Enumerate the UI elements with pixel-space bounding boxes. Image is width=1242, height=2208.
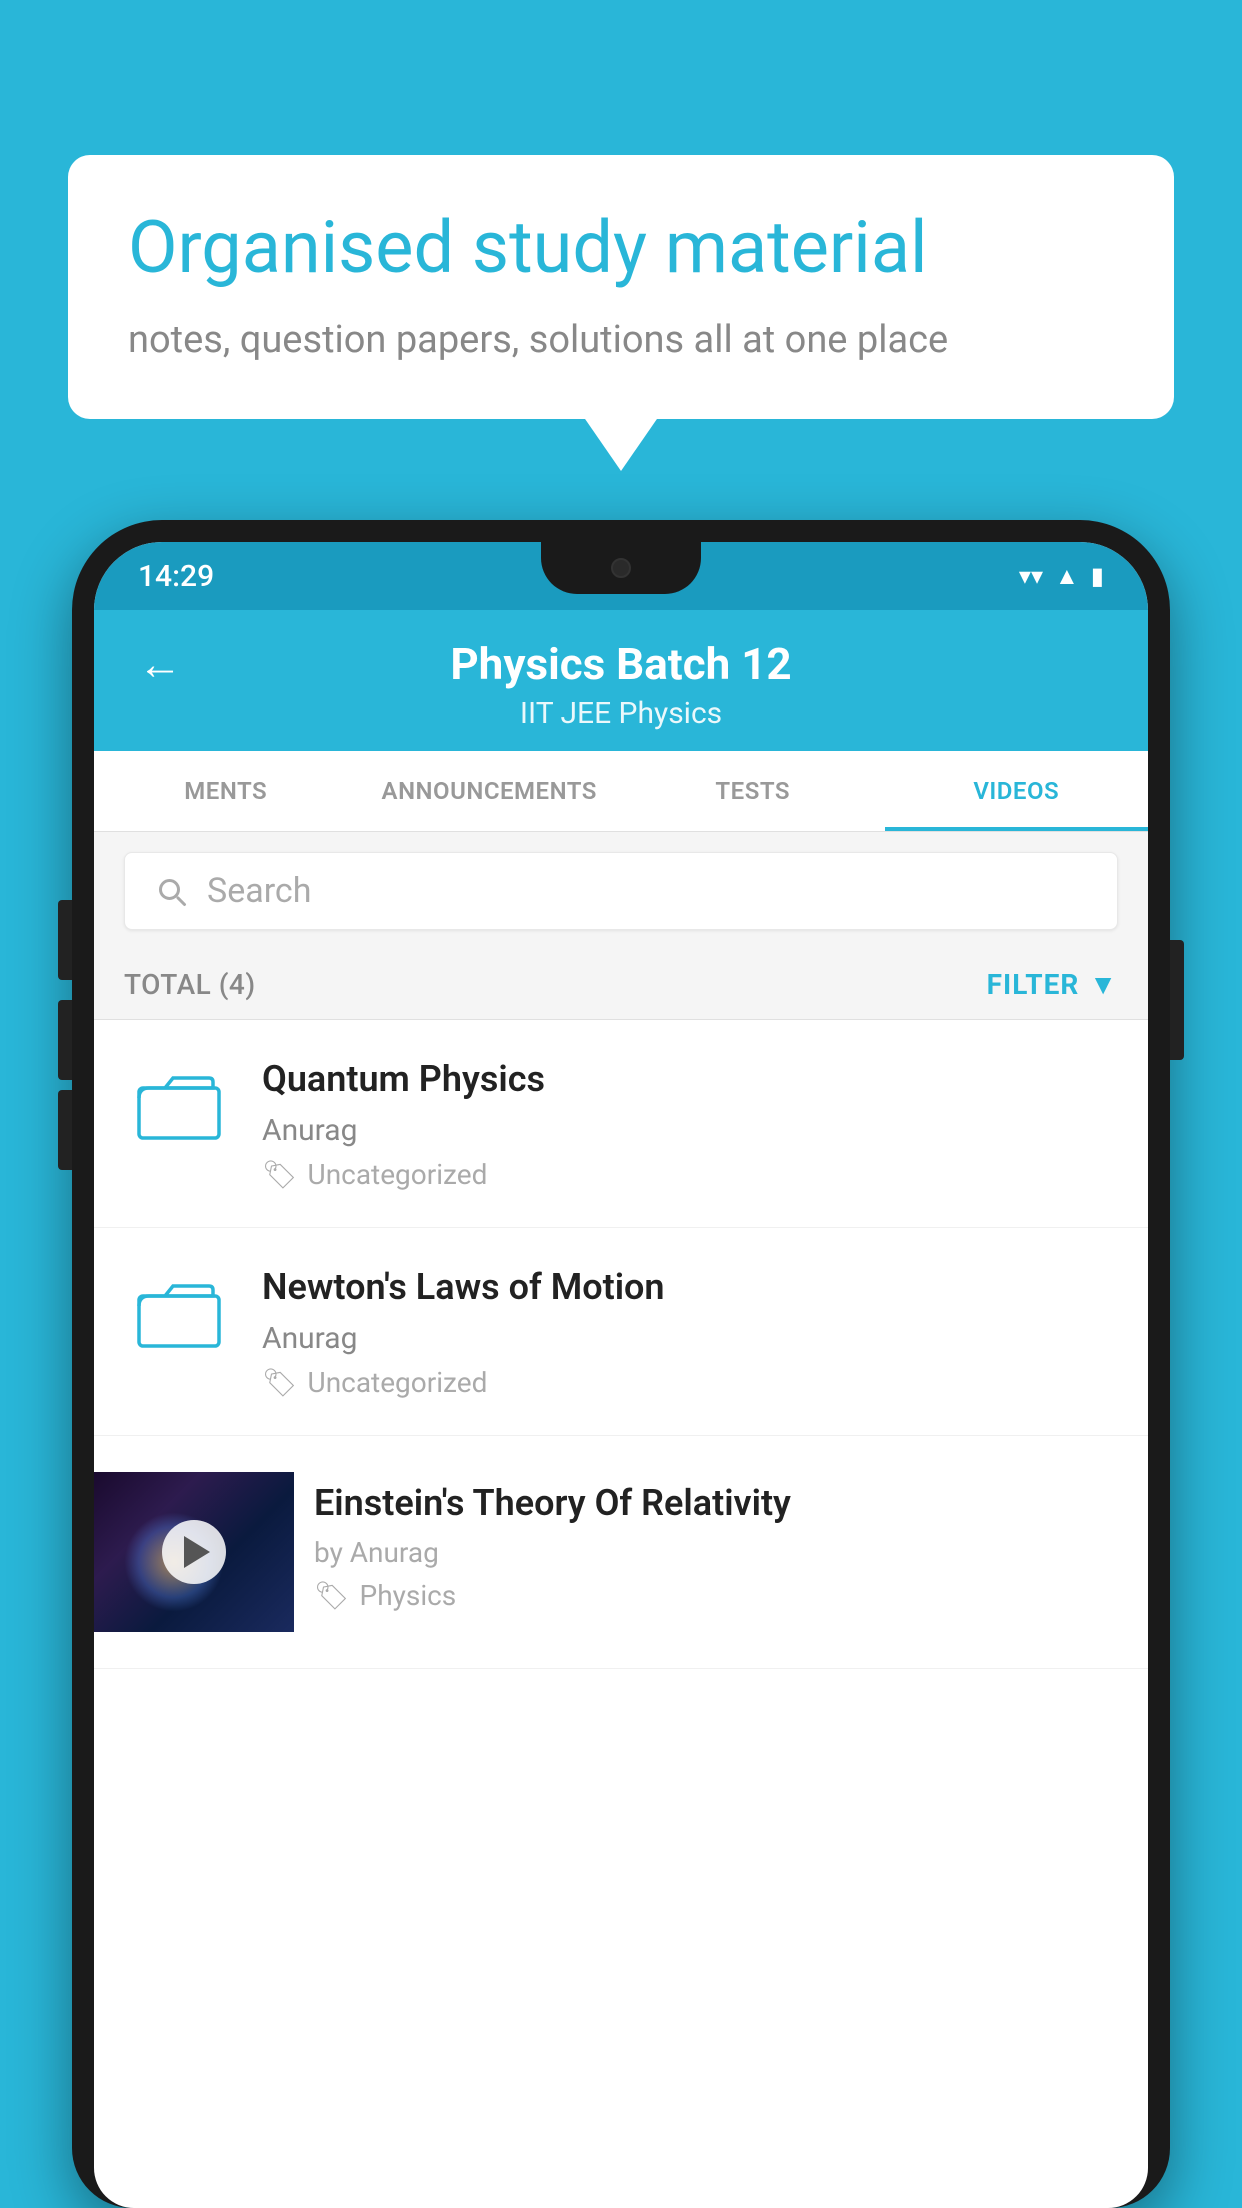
play-triangle-icon — [184, 1536, 210, 1568]
battery-icon: ▮ — [1091, 562, 1104, 590]
list-item[interactable]: Quantum Physics Anurag 🏷 Uncategorized — [94, 1020, 1148, 1228]
tag-icon-2: 🏷 — [262, 1366, 298, 1399]
signal-icon: ▲ — [1055, 562, 1079, 591]
tab-announcements[interactable]: ANNOUNCEMENTS — [358, 751, 622, 831]
tab-tests[interactable]: TESTS — [621, 751, 885, 831]
search-bar[interactable]: Search — [124, 852, 1118, 930]
video-list: Quantum Physics Anurag 🏷 Uncategorized — [94, 1020, 1148, 1669]
app-header: ← Physics Batch 12 IIT JEE Physics — [94, 610, 1148, 751]
video-author-1: Anurag — [262, 1113, 1118, 1148]
wifi-icon: ▾▾ — [1019, 562, 1043, 590]
play-button[interactable] — [162, 1520, 226, 1584]
speech-bubble-heading: Organised study material — [128, 207, 1114, 290]
phone-frame: 14:29 ▾▾ ▲ ▮ ← Physics Batch 12 IIT JEE … — [72, 520, 1170, 2208]
video-thumbnail-1 — [124, 1056, 234, 1146]
filter-icon: ▼ — [1089, 968, 1118, 1001]
phone-screen: 14:29 ▾▾ ▲ ▮ ← Physics Batch 12 IIT JEE … — [94, 542, 1148, 2208]
total-count: TOTAL (4) — [124, 968, 256, 1001]
list-item[interactable]: Einstein's Theory Of Relativity by Anura… — [94, 1436, 1148, 1669]
video-tag-3: 🏷 Physics — [314, 1579, 1098, 1612]
search-container: Search — [94, 832, 1148, 950]
camera-icon — [611, 558, 631, 578]
video-info-1: Quantum Physics Anurag 🏷 Uncategorized — [262, 1056, 1118, 1191]
list-item[interactable]: Newton's Laws of Motion Anurag 🏷 Uncateg… — [94, 1228, 1148, 1436]
search-icon — [153, 873, 189, 909]
speech-bubble-subtext: notes, question papers, solutions all at… — [128, 314, 1114, 367]
search-input[interactable]: Search — [207, 871, 311, 911]
video-title-3: Einstein's Theory Of Relativity — [314, 1480, 1098, 1527]
tabs-container: MENTS ANNOUNCEMENTS TESTS VIDEOS — [94, 751, 1148, 832]
filter-label: FILTER — [987, 968, 1080, 1001]
folder-icon — [135, 1268, 223, 1350]
header-title: Physics Batch 12 — [450, 638, 791, 690]
header-subtitle: IIT JEE Physics — [520, 696, 722, 731]
video-author-3: by Anurag — [314, 1536, 1098, 1569]
video-info-3: Einstein's Theory Of Relativity by Anura… — [294, 1472, 1118, 1613]
tag-icon-1: 🏷 — [262, 1158, 298, 1191]
status-bar: 14:29 ▾▾ ▲ ▮ — [94, 542, 1148, 610]
tab-videos[interactable]: VIDEOS — [885, 751, 1149, 831]
video-author-2: Anurag — [262, 1321, 1118, 1356]
status-time: 14:29 — [138, 559, 214, 594]
video-thumbnail-3 — [94, 1472, 294, 1632]
video-title-2: Newton's Laws of Motion — [262, 1264, 1118, 1311]
folder-icon — [135, 1060, 223, 1142]
status-icons: ▾▾ ▲ ▮ — [1019, 562, 1104, 591]
video-thumbnail-2 — [124, 1264, 234, 1354]
video-title-1: Quantum Physics — [262, 1056, 1118, 1103]
filter-button[interactable]: FILTER ▼ — [987, 968, 1118, 1001]
tab-ments[interactable]: MENTS — [94, 751, 358, 831]
video-tag-2: 🏷 Uncategorized — [262, 1366, 1118, 1399]
speech-bubble-container: Organised study material notes, question… — [68, 155, 1174, 419]
video-tag-1: 🏷 Uncategorized — [262, 1158, 1118, 1191]
back-button[interactable]: ← — [138, 638, 182, 690]
video-info-2: Newton's Laws of Motion Anurag 🏷 Uncateg… — [262, 1264, 1118, 1399]
filter-bar: TOTAL (4) FILTER ▼ — [94, 950, 1148, 1020]
speech-bubble: Organised study material notes, question… — [68, 155, 1174, 419]
notch — [541, 542, 701, 594]
tag-icon-3: 🏷 — [314, 1579, 350, 1612]
